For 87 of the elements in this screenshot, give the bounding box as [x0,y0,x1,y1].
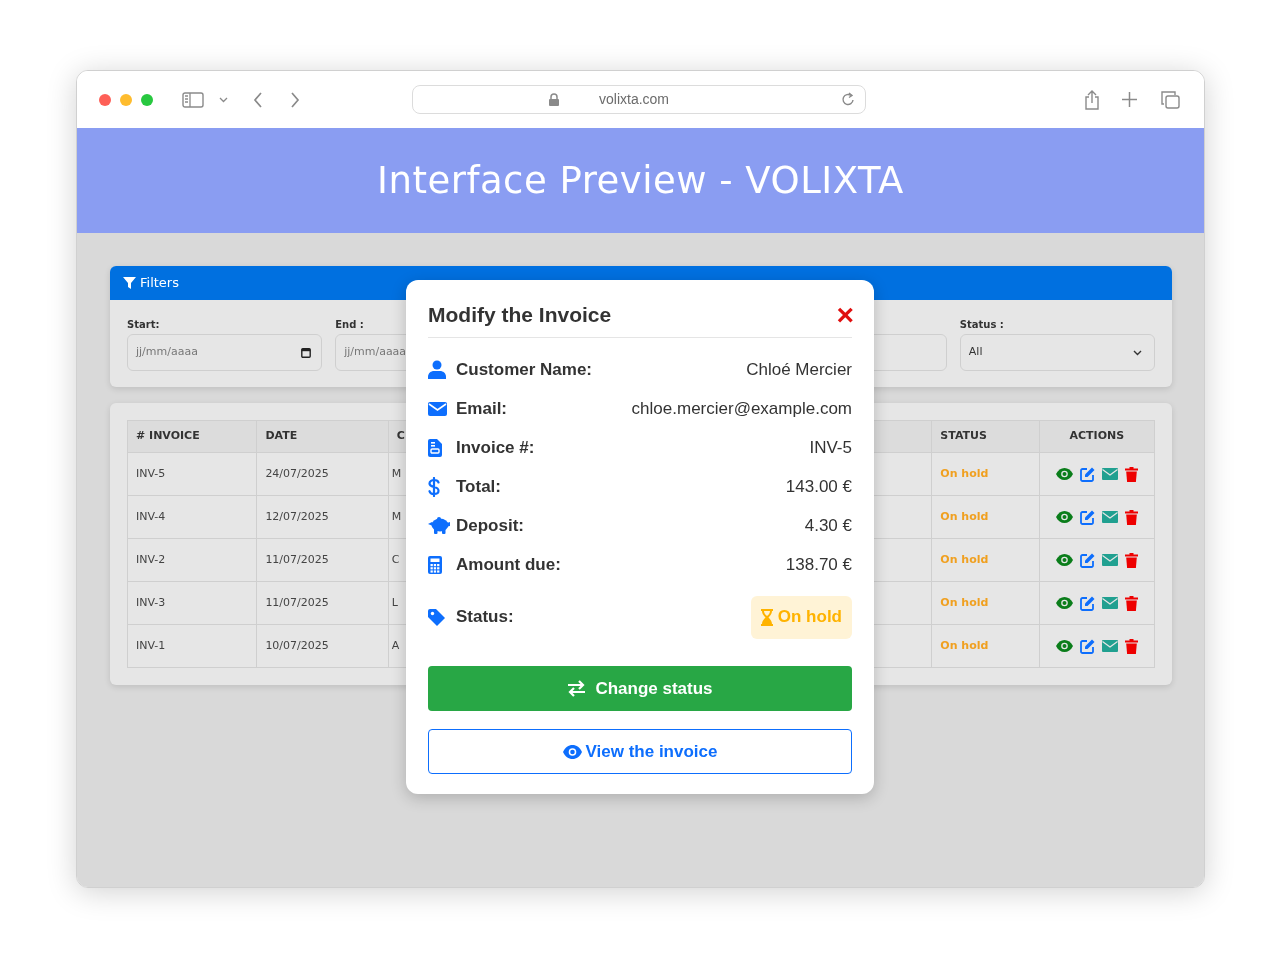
view-icon[interactable] [1055,554,1073,566]
envelope-icon[interactable] [1101,597,1118,609]
column-header: DATE [256,420,389,453]
edit-icon[interactable] [1079,552,1095,568]
modal-title: Modify the Invoice [428,301,612,328]
calendar-icon[interactable] [301,347,312,358]
edit-icon[interactable] [1079,595,1095,611]
table-cell: 10/07/2025 [256,624,389,668]
status-badge: On hold [750,595,852,639]
eye-icon [562,744,582,759]
status-text: On hold [931,624,1040,668]
envelope-icon[interactable] [1101,511,1118,523]
envelope-icon[interactable] [1101,554,1118,566]
filters-title: Filters [140,274,179,293]
maximize-window-button[interactable] [141,93,153,106]
status-text: On hold [931,538,1040,582]
column-header: ACTIONS [1039,420,1155,453]
field-value: Chloé Mercier [746,358,852,381]
date-field[interactable]: jj/mm/aaaa [127,334,323,371]
tabs-overview-icon[interactable] [1161,90,1180,109]
field-label: Customer Name: [456,358,593,381]
page-title: Interface Preview - VOLIXTA [377,157,904,204]
envelope-icon[interactable] [1101,640,1118,652]
view-icon[interactable] [1055,640,1073,652]
trash-icon[interactable] [1124,638,1138,654]
field-value: 143.00 € [785,475,852,498]
address-bar[interactable]: volixta.com [412,85,866,114]
exchange-icon [567,680,587,697]
trash-icon[interactable] [1124,509,1138,525]
view-icon[interactable] [1055,468,1073,480]
reload-icon[interactable] [841,92,855,107]
hourglass-icon [760,608,773,626]
view-invoice-button[interactable]: View the invoice [428,729,852,774]
calculator-icon [428,555,442,574]
table-cell: 11/07/2025 [256,581,389,625]
share-icon[interactable] [1084,89,1100,110]
table-cell: INV-3 [127,581,257,625]
sidebar-icon[interactable] [182,91,204,108]
edit-icon[interactable] [1079,638,1095,654]
tag-icon [428,608,445,626]
view-icon[interactable] [1055,511,1073,523]
edit-icon[interactable] [1079,509,1095,525]
status-text: On hold [931,452,1040,496]
column-header: STATUS [931,420,1040,453]
status-text: On hold [931,581,1040,625]
change-status-button[interactable]: Change status [428,666,852,711]
table-cell: INV-2 [127,538,257,582]
field-label: Total: [456,475,501,498]
field-label: Amount due: [456,553,561,576]
envelope-icon [428,401,447,416]
new-tab-icon[interactable] [1122,92,1137,107]
close-button[interactable]: × [836,299,854,330]
url-text: volixta.com [599,90,670,109]
field-label: Deposit: [456,514,524,537]
field-value: chloe.mercier@example.com [631,397,852,420]
chevron-down-icon[interactable] [219,96,228,103]
table-cell: 24/07/2025 [256,452,389,496]
funnel-icon [123,277,136,289]
field-value: 4.30 € [804,514,852,537]
field-value: 138.70 € [785,553,852,576]
back-icon[interactable] [253,91,263,108]
table-cell: 12/07/2025 [256,495,389,539]
field-label: Email: [456,397,508,420]
view-icon[interactable] [1055,597,1073,609]
envelope-icon[interactable] [1101,468,1118,480]
close-window-button[interactable] [99,93,111,106]
document-icon [428,438,442,457]
status-text: On hold [931,495,1040,539]
table-cell: INV-1 [127,624,257,668]
chevron-down-icon [1133,349,1142,356]
table-cell: INV-5 [127,452,257,496]
person-icon [428,360,446,379]
field-label: Start: [127,318,161,331]
lock-icon [549,93,559,106]
forward-icon[interactable] [290,91,300,108]
field-label: End : [335,318,365,331]
status-select[interactable]: All [959,334,1155,371]
trash-icon[interactable] [1124,595,1138,611]
trash-icon[interactable] [1124,466,1138,482]
column-header: # INVOICE [127,420,257,453]
table-cell: INV-4 [127,495,257,539]
field-label: Status : [959,318,1005,331]
edit-icon[interactable] [1079,466,1095,482]
dollar-icon [428,476,440,497]
table-cell: 11/07/2025 [256,538,389,582]
piggy-bank-icon [428,517,450,534]
trash-icon[interactable] [1124,552,1138,568]
